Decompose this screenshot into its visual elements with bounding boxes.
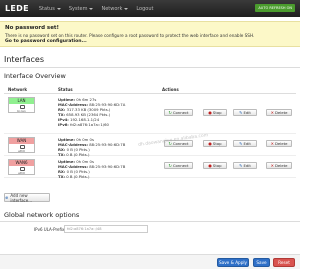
stop-button[interactable]: ● Stop — [203, 109, 227, 116]
password-config-link[interactable]: Go to password configuration... — [5, 39, 295, 44]
reload-icon: ↻ — [168, 162, 172, 168]
chevron-down-icon — [124, 7, 129, 10]
delete-label: Delete — [274, 110, 288, 115]
network-badge-wan: WAN eth0 — [8, 137, 35, 153]
edit-icon: ✎ — [239, 162, 243, 168]
connect-label: Connect — [172, 163, 189, 168]
save-button[interactable]: Save — [253, 258, 270, 267]
stop-label: Stop — [212, 163, 222, 168]
menu-system[interactable]: System — [69, 6, 94, 12]
footer-bar: Save & Apply Save Reset — [0, 254, 300, 269]
stop-label: Stop — [212, 110, 222, 115]
brand-logo[interactable]: LEDE — [5, 4, 29, 13]
chevron-down-icon — [56, 7, 61, 10]
edit-label: Edit — [243, 141, 251, 146]
table-header: Network Status Actions — [4, 84, 296, 94]
table-row: LAN br-lan Uptime: 0h 6m 27s MAC-Address… — [4, 94, 296, 134]
header-actions: Actions — [162, 87, 179, 92]
network-badge-wan6: WAN6 eth0 — [8, 159, 35, 175]
ula-prefix-label: IPv6 ULA-Prefix — [34, 227, 65, 232]
connect-button[interactable]: ↻ Connect — [164, 162, 193, 169]
menu-system-label: System — [68, 5, 88, 12]
add-interface-button[interactable]: ⊕ Add new interface... — [4, 192, 50, 203]
alert-title: No password set! — [5, 25, 60, 31]
edit-button[interactable]: ✎ Edit — [233, 140, 257, 147]
edit-button[interactable]: ✎ Edit — [233, 109, 257, 116]
menu-network[interactable]: Network — [101, 5, 129, 12]
header-network: Network — [8, 87, 28, 92]
status-block: Uptime: 0h 6m 27s MAC-Address: 88:25:93:… — [58, 97, 125, 127]
stop-icon: ● — [208, 109, 212, 115]
status-value: 88:25:93:90:6D:7B — [89, 142, 126, 147]
stop-label: Stop — [212, 141, 222, 146]
interface-table: Network Status Actions LAN br-lan Uptime… — [4, 84, 296, 179]
edit-button[interactable]: ✎ Edit — [233, 162, 257, 169]
save-apply-button[interactable]: Save & Apply — [217, 258, 249, 267]
network-name: WAN — [9, 138, 34, 144]
status-label: TX: — [58, 174, 66, 179]
delete-button[interactable]: ✕ Delete — [266, 140, 292, 147]
delete-button[interactable]: ✕ Delete — [266, 162, 292, 169]
edit-icon: ✎ — [239, 109, 243, 115]
stop-button[interactable]: ● Stop — [203, 162, 227, 169]
stop-button[interactable]: ● Stop — [203, 140, 227, 147]
menu-status-label: Status — [38, 5, 55, 12]
table-row: WAN6 eth0 Uptime: 0h 0m 0s MAC-Address: … — [4, 156, 296, 179]
delete-icon: ✕ — [270, 140, 274, 146]
header-status: Status — [58, 87, 73, 92]
password-alert: No password set! There is no password se… — [0, 21, 300, 47]
chevron-down-icon — [89, 7, 94, 10]
edit-label: Edit — [243, 163, 251, 168]
status-value: fd2:a876:1a7a::1/60 — [70, 122, 109, 127]
network-device: eth0 — [18, 149, 25, 153]
alert-text: There is no password set on this router.… — [5, 33, 255, 38]
network-device: br-lan — [17, 109, 26, 113]
delete-icon: ✕ — [270, 162, 274, 168]
status-value: 88:25:93:90:6D:7B — [89, 164, 126, 169]
reset-button[interactable]: Reset — [273, 258, 295, 267]
connect-label: Connect — [172, 110, 189, 115]
menu-logout[interactable]: Logout — [136, 6, 153, 12]
section-title-global: Global network options — [4, 211, 80, 219]
edit-icon: ✎ — [239, 140, 243, 146]
network-device: eth0 — [18, 171, 25, 175]
status-block: Uptime: 0h 0m 0s MAC-Address: 88:25:93:9… — [58, 137, 125, 157]
auto-refresh-badge[interactable]: AUTO REFRESH ON — [255, 4, 295, 12]
delete-icon: ✕ — [270, 109, 274, 115]
ula-prefix-input[interactable] — [64, 225, 148, 233]
stop-icon: ● — [208, 162, 212, 168]
add-interface-label: Add new interface... — [10, 192, 33, 203]
menu-network-label: Network — [101, 5, 123, 12]
connect-button[interactable]: ↻ Connect — [164, 109, 193, 116]
divider — [0, 221, 300, 222]
reload-icon: ↻ — [168, 109, 172, 115]
edit-label: Edit — [243, 110, 251, 115]
top-navbar: LEDE Status System Network Logout AUTO R… — [0, 0, 300, 17]
network-badge-lan: LAN br-lan — [8, 97, 35, 113]
delete-label: Delete — [274, 141, 288, 146]
delete-button[interactable]: ✕ Delete — [266, 109, 292, 116]
section-title-overview: Interface Overview — [4, 72, 66, 80]
network-name: WAN6 — [9, 160, 34, 166]
network-name: LAN — [9, 98, 34, 104]
status-block: Uptime: 0h 0m 0s MAC-Address: 88:25:93:9… — [58, 159, 125, 179]
stop-icon: ● — [208, 140, 212, 146]
delete-label: Delete — [274, 163, 288, 168]
status-value: 0 B (0 Pkts.) — [66, 174, 90, 179]
status-label: IPv6: — [58, 122, 69, 127]
menu-logout-label: Logout — [136, 5, 154, 12]
menu-status[interactable]: Status — [39, 6, 61, 12]
page-title: Interfaces — [4, 55, 44, 64]
divider — [0, 67, 300, 68]
add-icon: ⊕ — [5, 194, 9, 200]
